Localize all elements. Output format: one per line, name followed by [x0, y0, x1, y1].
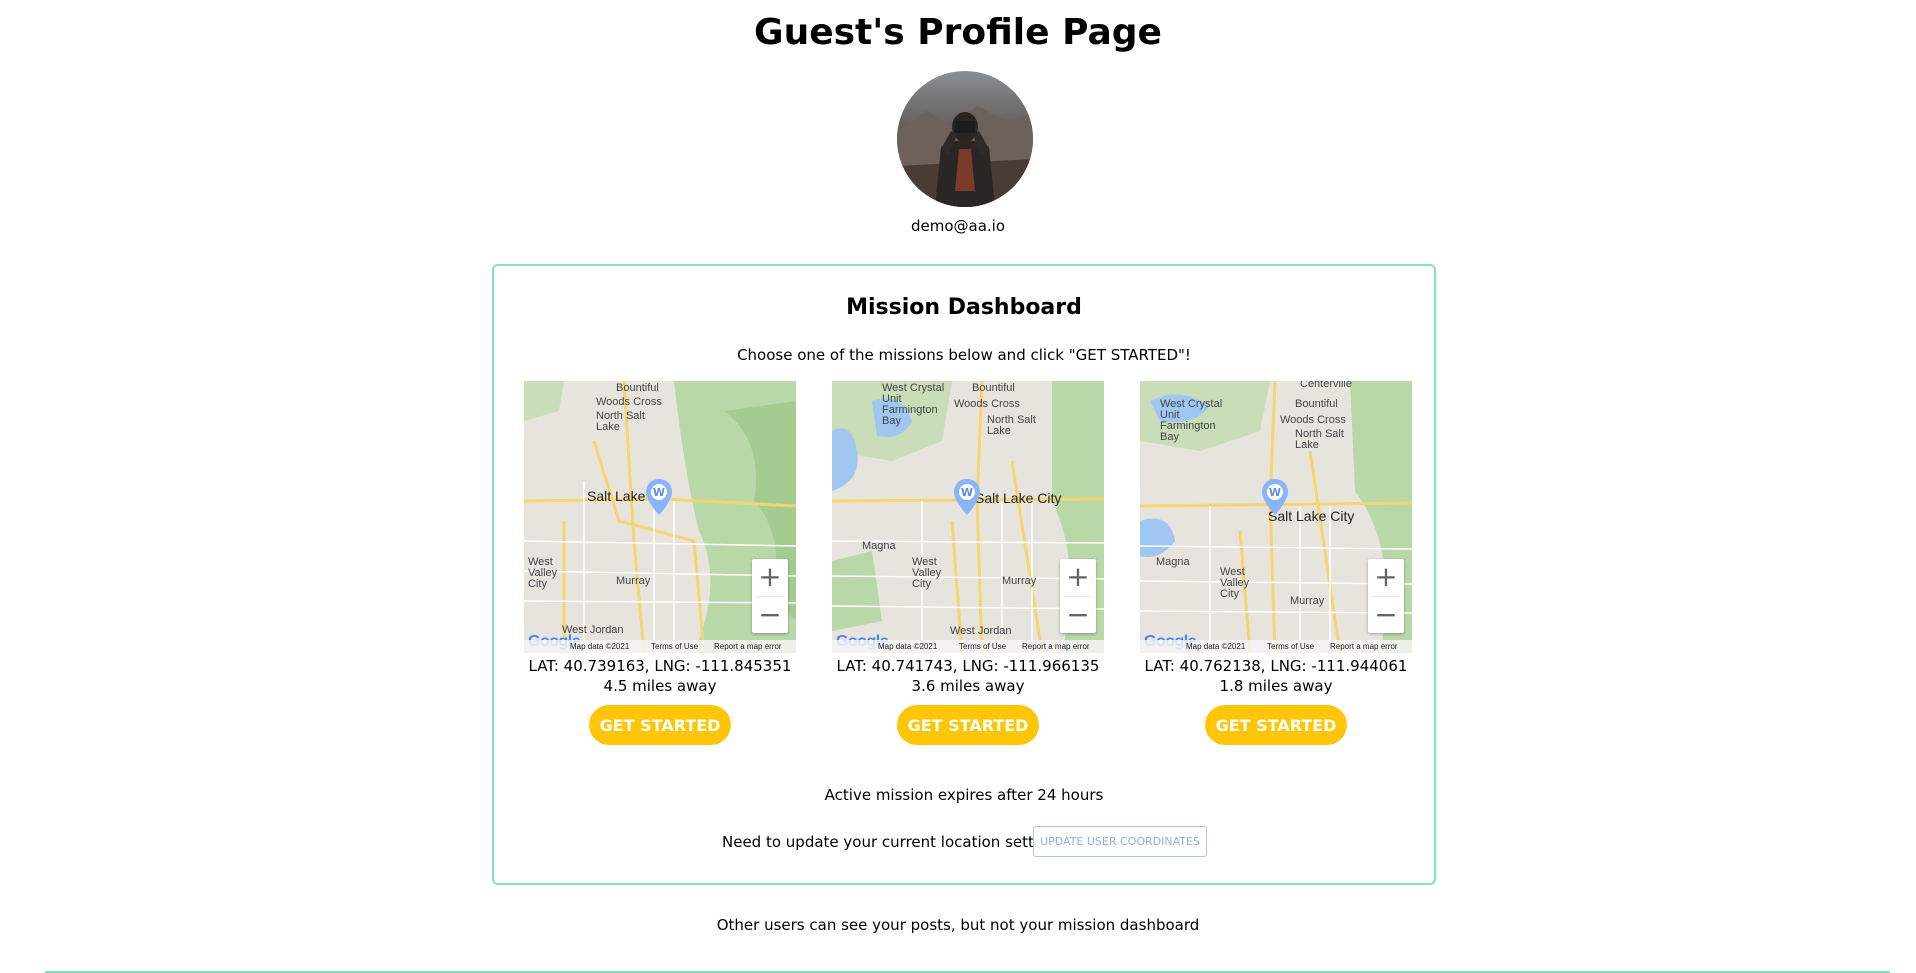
map-label: North Salt Lake — [987, 414, 1036, 437]
map-label: Woods Cross — [1280, 414, 1346, 426]
terms-link[interactable]: Terms of Use — [651, 640, 698, 653]
mission-coordinates: LAT: 40.739163, LNG: -111.845351 — [528, 657, 792, 675]
report-error-link[interactable]: Report a map error — [1022, 640, 1090, 653]
mission-map[interactable]: Centerville West Crystal Unit Farmington… — [1140, 381, 1412, 653]
report-error-link[interactable]: Report a map error — [1330, 640, 1398, 653]
mission-coordinates: LAT: 40.762138, LNG: -111.944061 — [1144, 657, 1408, 675]
page-title: Guest's Profile Page — [754, 12, 1162, 53]
zoom-in-button[interactable]: + — [752, 559, 788, 595]
map-attribution: Map data ©2021 Terms of Use Report a map… — [1140, 640, 1412, 653]
mission-expiry-note: Active mission expires after 24 hours — [824, 786, 1104, 804]
mission-card: Centerville West Crystal Unit Farmington… — [1140, 381, 1412, 745]
avatar-photo — [897, 71, 1033, 207]
avatar — [897, 71, 1033, 207]
mission-map[interactable]: Bountiful Woods Cross North Salt Lake Sa… — [524, 381, 796, 653]
mission-distance: 4.5 miles away — [603, 677, 717, 695]
map-zoom-control: + − — [1368, 559, 1404, 633]
terms-link[interactable]: Terms of Use — [1267, 640, 1314, 653]
map-label: North Salt Lake — [596, 410, 645, 433]
map-attribution: Map data ©2021 Terms of Use Report a map… — [832, 640, 1104, 653]
user-email: demo@aa.io — [910, 217, 1006, 235]
map-label: Salt Lake — [587, 488, 646, 504]
mission-dashboard: Mission Dashboard Choose one of the miss… — [492, 264, 1436, 885]
dashboard-subtitle: Choose one of the missions below and cli… — [737, 346, 1191, 364]
map-label: Magna — [1156, 556, 1190, 568]
map-label: West Valley City — [1220, 566, 1250, 600]
map-label: Bountiful — [972, 382, 1015, 394]
map-label: West Valley City — [528, 556, 558, 590]
map-zoom-control: + − — [752, 559, 788, 633]
update-location-prompt: Need to update your current location set… — [722, 833, 1073, 851]
svg-text:W: W — [961, 486, 973, 499]
zoom-out-button[interactable]: − — [1368, 597, 1404, 633]
map-label: Bountiful — [616, 382, 659, 394]
mission-pin-icon[interactable]: W — [1262, 479, 1288, 515]
map-label: Bountiful — [1295, 398, 1338, 410]
map-label: West Valley City — [912, 556, 942, 590]
zoom-out-button[interactable]: − — [1060, 597, 1096, 633]
mission-distance: 1.8 miles away — [1219, 677, 1333, 695]
mission-card: Bountiful Woods Cross North Salt Lake Sa… — [524, 381, 796, 745]
report-error-link[interactable]: Report a map error — [714, 640, 782, 653]
svg-text:W: W — [1269, 486, 1281, 499]
map-data-label: Map data ©2021 — [878, 642, 938, 651]
map-zoom-control: + − — [1060, 559, 1096, 633]
map-attribution: Map data ©2021 Terms of Use Report a map… — [524, 640, 796, 653]
mission-map[interactable]: West Crystal Unit Farmington Bay Bountif… — [832, 381, 1104, 653]
map-label: Murray — [616, 575, 651, 587]
map-label: Woods Cross — [596, 396, 662, 408]
mission-coordinates: LAT: 40.741743, LNG: -111.966135 — [836, 657, 1100, 675]
update-location-row: Need to update your current location set… — [494, 826, 1434, 858]
map-data-label: Map data ©2021 — [1186, 642, 1246, 651]
zoom-out-button[interactable]: − — [752, 597, 788, 633]
map-label: North Salt Lake — [1295, 428, 1344, 451]
mission-pin-icon[interactable]: W — [954, 479, 980, 515]
privacy-note: Other users can see your posts, but not … — [716, 916, 1200, 934]
mission-card: West Crystal Unit Farmington Bay Bountif… — [832, 381, 1104, 745]
map-label: West Jordan — [950, 625, 1012, 637]
get-started-button[interactable]: GET STARTED — [589, 705, 731, 745]
map-label: Magna — [862, 540, 896, 552]
zoom-in-button[interactable]: + — [1060, 559, 1096, 595]
map-label: West Crystal Unit Farmington Bay — [1160, 398, 1223, 443]
map-label: Murray — [1002, 575, 1037, 587]
map-data-label: Map data ©2021 — [570, 642, 630, 651]
terms-link[interactable]: Terms of Use — [959, 640, 1006, 653]
get-started-button[interactable]: GET STARTED — [1205, 705, 1347, 745]
map-label: Woods Cross — [954, 398, 1020, 410]
map-label: West Crystal Unit Farmington Bay — [882, 382, 945, 427]
map-label: Murray — [1290, 595, 1325, 607]
svg-text:W: W — [653, 486, 665, 499]
mission-distance: 3.6 miles away — [911, 677, 1025, 695]
map-label: Salt Lake City — [975, 490, 1062, 506]
map-label: Centerville — [1300, 381, 1352, 390]
zoom-in-button[interactable]: + — [1368, 559, 1404, 595]
get-started-button[interactable]: GET STARTED — [897, 705, 1039, 745]
dashboard-title: Mission Dashboard — [846, 295, 1082, 320]
mission-pin-icon[interactable]: W — [646, 479, 672, 515]
update-coordinates-button[interactable]: UPDATE USER COORDINATES — [1033, 826, 1207, 857]
